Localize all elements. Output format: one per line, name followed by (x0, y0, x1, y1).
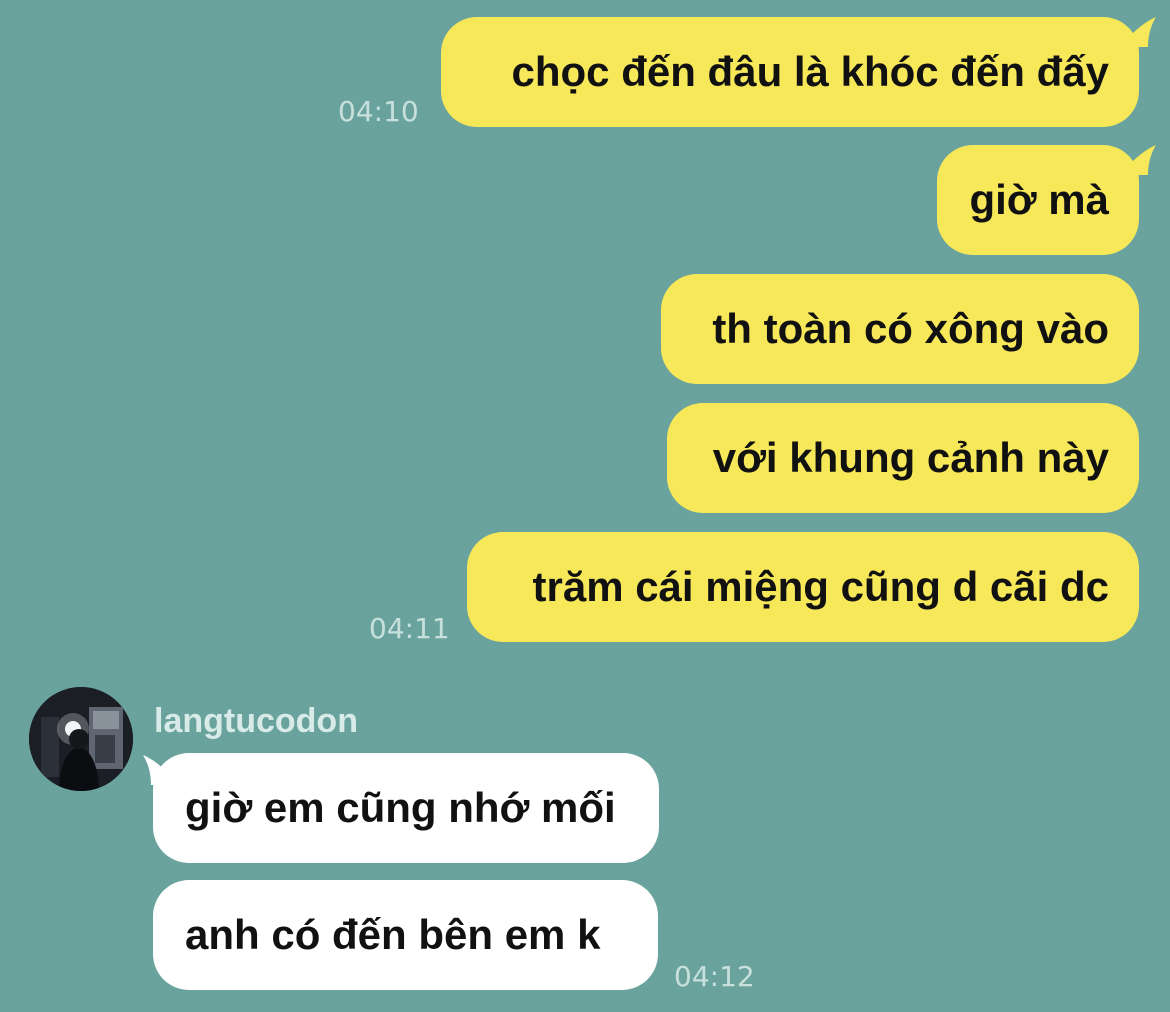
message-text: giờ em cũng nhớ mối (185, 784, 616, 831)
message-text: anh có đến bên em k (185, 911, 601, 958)
user-avatar-photo-icon (29, 687, 133, 791)
message-text: chọc đến đâu là khóc đến đấy (511, 48, 1109, 95)
outgoing-message-bubble[interactable]: th toàn có xông vào (661, 274, 1139, 384)
message-timestamp: 04:12 (674, 960, 755, 993)
sender-avatar[interactable] (29, 687, 133, 791)
sender-name[interactable]: langtucodon (154, 702, 358, 741)
outgoing-message-bubble[interactable]: giờ mà (937, 145, 1139, 255)
message-text: giờ mà (969, 176, 1109, 223)
outgoing-message-bubble[interactable]: trăm cái miệng cũng d cãi dc (467, 532, 1139, 642)
outgoing-message-bubble[interactable]: với khung cảnh này (667, 403, 1139, 513)
message-text: trăm cái miệng cũng d cãi dc (532, 563, 1110, 610)
incoming-message-bubble[interactable]: anh có đến bên em k (153, 880, 658, 990)
message-text: th toàn có xông vào (712, 305, 1109, 352)
chat-thread: chọc đến đâu là khóc đến đấy 04:10 giờ m… (0, 0, 1170, 1012)
incoming-message-bubble[interactable]: giờ em cũng nhớ mối (153, 753, 659, 863)
outgoing-message-bubble[interactable]: chọc đến đâu là khóc đến đấy (441, 17, 1139, 127)
message-text: với khung cảnh này (712, 434, 1109, 481)
message-timestamp: 04:10 (338, 95, 419, 128)
message-timestamp: 04:11 (369, 612, 450, 645)
